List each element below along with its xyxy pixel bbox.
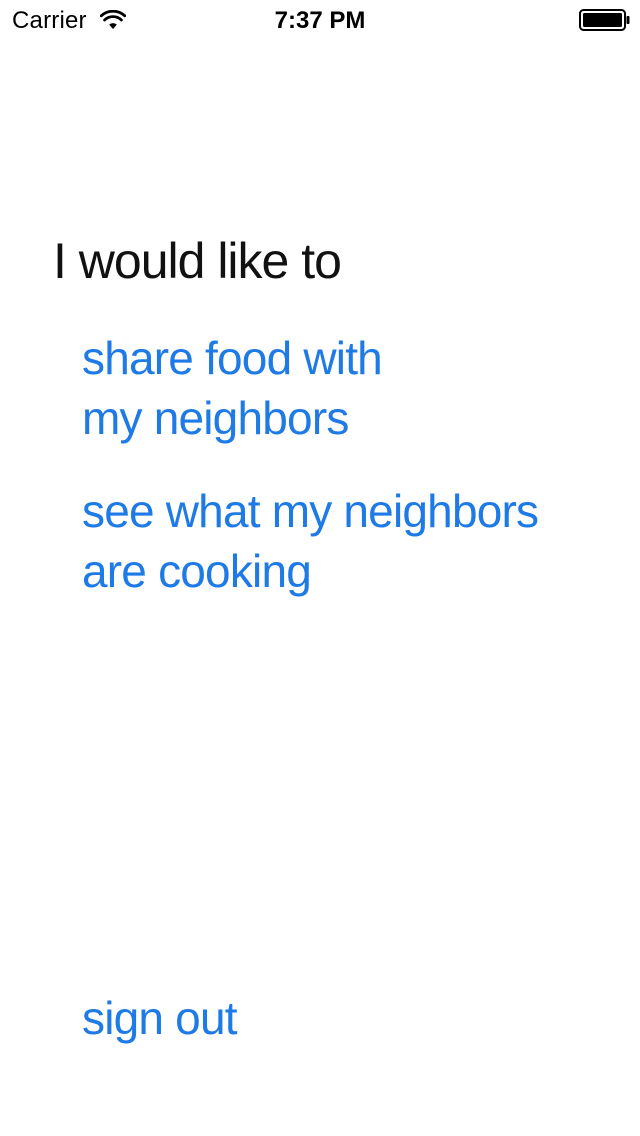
see-cooking-option[interactable]: see what my neighbors are cooking: [82, 481, 539, 601]
see-cooking-option-line2: are cooking: [82, 545, 312, 597]
prompt-heading: I would like to: [53, 233, 342, 289]
sign-out-button[interactable]: sign out: [82, 988, 238, 1048]
battery-full-icon: [579, 9, 630, 31]
share-food-option[interactable]: share food with my neighbors: [82, 328, 383, 448]
see-cooking-option-line1: see what my neighbors: [82, 485, 539, 537]
share-food-option-line1: share food with: [82, 332, 383, 384]
status-bar: Carrier 7:37 PM: [0, 0, 640, 40]
status-time: 7:37 PM: [274, 7, 366, 34]
share-food-option-line2: my neighbors: [82, 392, 349, 444]
